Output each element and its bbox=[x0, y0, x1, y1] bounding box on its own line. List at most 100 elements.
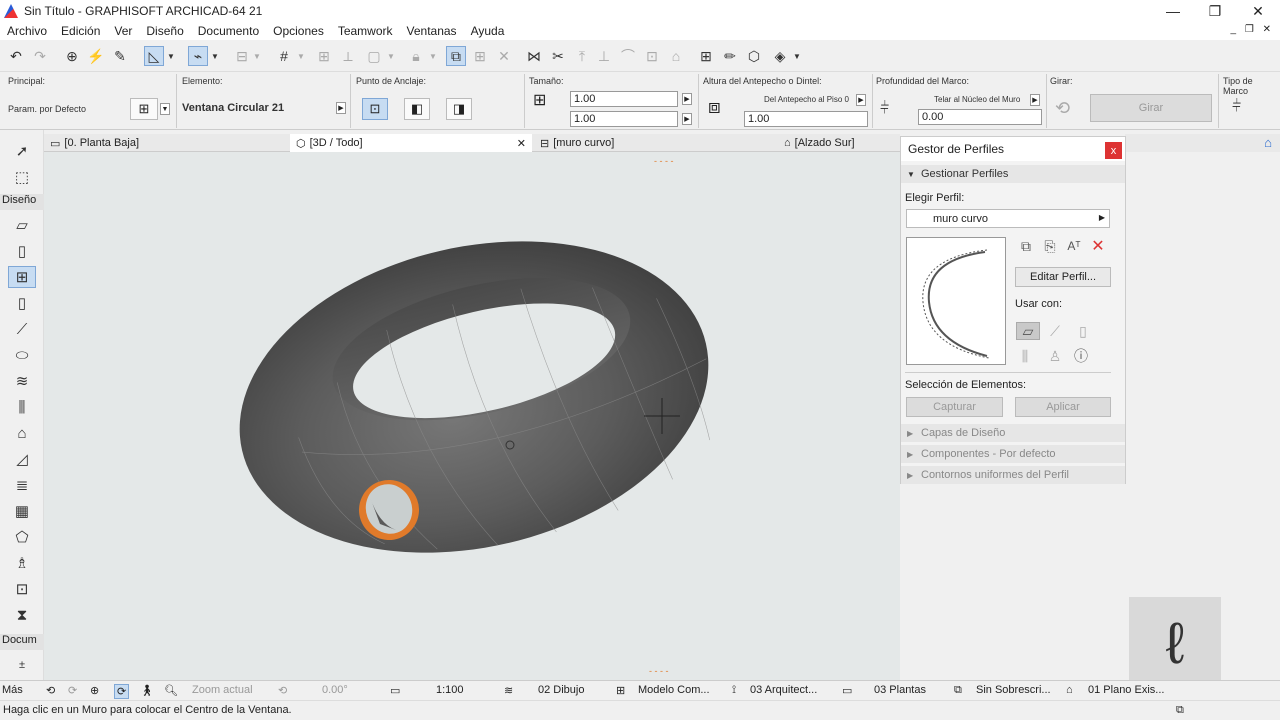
wall-tool-icon[interactable]: ▱ bbox=[8, 214, 36, 236]
beam-use-icon[interactable]: ⟋ bbox=[1046, 322, 1064, 340]
minimize-button[interactable]: — bbox=[1150, 0, 1196, 22]
renovation-value[interactable]: 01 Plano Exis... bbox=[1088, 684, 1164, 696]
trim-icon[interactable]: ✂ bbox=[548, 46, 568, 66]
beam-tool-icon[interactable]: ⟋ bbox=[8, 318, 36, 340]
window-layout-icon[interactable]: ⧉ bbox=[1176, 704, 1184, 717]
chevron-right-icon[interactable]: ▶ bbox=[682, 93, 692, 105]
restore-button[interactable]: ❐ bbox=[1192, 0, 1238, 22]
window-type-icon[interactable]: ⊞ bbox=[130, 98, 158, 120]
capture-button[interactable]: Capturar bbox=[906, 397, 1003, 417]
chevron-down-icon[interactable]: ▼ bbox=[296, 46, 306, 66]
menu-ver[interactable]: Ver bbox=[107, 24, 139, 38]
opening-use-icon[interactable]: ♙ bbox=[1046, 347, 1064, 365]
door-tool-icon[interactable]: ▯ bbox=[8, 292, 36, 314]
override-value[interactable]: Sin Sobrescri... bbox=[976, 684, 1051, 696]
delete-profile-icon[interactable]: ✕ bbox=[1089, 237, 1107, 255]
chevron-right-icon[interactable]: ▶ bbox=[1030, 94, 1040, 106]
elevate-icon[interactable]: ⤒ bbox=[572, 46, 592, 66]
chevron-down-icon[interactable]: ▼ bbox=[428, 46, 438, 66]
solid-ops-icon[interactable]: ⊞ bbox=[696, 46, 716, 66]
grid-snap-icon[interactable]: ⊞ bbox=[314, 46, 334, 66]
zone-tool-icon[interactable]: ⊡ bbox=[8, 578, 36, 600]
marquee-tool-icon[interactable]: ⬚ bbox=[8, 166, 36, 188]
tab-muro-curvo[interactable]: ⊟ [muro curvo] bbox=[534, 134, 776, 152]
tab-3d-todo[interactable]: ⬡ [3D / Todo] ✕ bbox=[290, 134, 532, 152]
magic-wand-icon[interactable]: ⚡ bbox=[86, 46, 106, 66]
morph-tool-icon[interactable]: ⬠ bbox=[8, 526, 36, 548]
snap-guides-icon[interactable]: ⌁ bbox=[188, 46, 208, 66]
pen-set-value[interactable]: 03 Arquitect... bbox=[750, 684, 817, 696]
railing-tool-icon[interactable]: ⫼ bbox=[8, 396, 36, 418]
scale-value[interactable]: 1:100 bbox=[436, 684, 464, 696]
menu-opciones[interactable]: Opciones bbox=[266, 24, 331, 38]
stair-tool-icon[interactable]: ≋ bbox=[8, 370, 36, 392]
mdi-controls[interactable]: _ ❐ ✕ bbox=[1231, 24, 1274, 35]
redo-icon[interactable]: ↷ bbox=[30, 46, 50, 66]
frame-type-icon[interactable]: ⫩ bbox=[1232, 98, 1241, 116]
mesh2-tool-icon[interactable]: ⧗ bbox=[8, 604, 36, 626]
3d-viewport[interactable]: - - - - - - - - ℓ bbox=[44, 152, 1221, 689]
rotate-button[interactable]: Girar bbox=[1090, 94, 1212, 122]
anchor-side2-icon[interactable]: ◨ bbox=[446, 98, 472, 120]
chevron-down-icon[interactable]: ▼ bbox=[252, 46, 262, 66]
roof-icon[interactable]: ⌂ bbox=[666, 46, 686, 66]
window-tool-icon[interactable]: ⊞ bbox=[8, 266, 36, 288]
apply-button[interactable]: Aplicar bbox=[1015, 397, 1111, 417]
group-icon[interactable]: ▢ bbox=[364, 46, 384, 66]
chevron-down-icon[interactable]: ▼ bbox=[210, 46, 220, 66]
angle-value[interactable]: 0.00° bbox=[322, 684, 348, 696]
chevron-down-icon[interactable]: ▼ bbox=[160, 103, 170, 115]
chevron-down-icon[interactable]: ▼ bbox=[386, 46, 396, 66]
dimension-tool-icon[interactable]: ± bbox=[8, 654, 36, 676]
section-design-layers[interactable]: ▶ Capas de Diseño bbox=[901, 424, 1125, 442]
slab-tool-icon[interactable]: ⬭ bbox=[8, 344, 36, 366]
width-field[interactable]: 1.00 bbox=[570, 91, 678, 107]
frame-ref[interactable]: Telar al Núcleo del Muro bbox=[934, 95, 1020, 104]
lock-icon[interactable]: 🔒︎ bbox=[406, 46, 426, 66]
height-field[interactable]: 1.00 bbox=[570, 111, 678, 127]
eyedropper-icon[interactable]: ✎ bbox=[110, 46, 130, 66]
close-button[interactable]: ✕ bbox=[1235, 0, 1280, 22]
chevron-right-icon[interactable]: ▶ bbox=[856, 94, 866, 106]
fillet-icon[interactable]: ⌒ bbox=[618, 46, 638, 66]
menu-archivo[interactable]: Archivo bbox=[0, 24, 54, 38]
roof-tool-icon[interactable]: ⌂ bbox=[8, 422, 36, 444]
rotate-view-icon[interactable]: ⟲ bbox=[46, 684, 55, 697]
edit-profile-button[interactable]: Editar Perfil... bbox=[1015, 267, 1111, 287]
menu-documento[interactable]: Documento bbox=[191, 24, 266, 38]
anchor-center-icon[interactable]: ⊡ bbox=[362, 98, 388, 120]
profile-select[interactable]: muro curvo ▶ bbox=[906, 209, 1110, 228]
rename-profile-icon[interactable]: Aᵀ bbox=[1065, 237, 1083, 255]
more-tools-button[interactable]: Más bbox=[2, 684, 23, 696]
chevron-right-icon[interactable]: ▶ bbox=[336, 102, 346, 114]
pencil-icon[interactable]: ✏ bbox=[720, 46, 740, 66]
column-tool-icon[interactable]: ▯ bbox=[8, 240, 36, 262]
delete-icon[interactable]: ✕ bbox=[494, 46, 514, 66]
curtain-wall-tool-icon[interactable]: ▦ bbox=[8, 500, 36, 522]
menu-ayuda[interactable]: Ayuda bbox=[464, 24, 512, 38]
walk-icon[interactable]: 🚶︎ bbox=[140, 684, 154, 697]
sill-ref[interactable]: Del Antepecho al Piso 0 bbox=[764, 95, 849, 104]
arrow-tool-icon[interactable]: ➚ bbox=[8, 140, 36, 162]
model-view-value[interactable]: Modelo Com... bbox=[638, 684, 710, 696]
guide-lines-icon[interactable]: ◺ bbox=[144, 46, 164, 66]
object-tool-icon[interactable]: ♗ bbox=[8, 552, 36, 574]
dimension-value[interactable]: 03 Plantas bbox=[874, 684, 926, 696]
column-use-icon[interactable]: ▯ bbox=[1074, 322, 1092, 340]
relative-construction-icon[interactable]: ⊟ bbox=[232, 46, 252, 66]
zoom-label[interactable]: Zoom actual bbox=[192, 684, 253, 696]
3d-view-icon[interactable]: ◈ bbox=[770, 46, 790, 66]
tab-planta-baja[interactable]: ▭ [0. Planta Baja] bbox=[44, 134, 288, 152]
menu-edicion[interactable]: Edición bbox=[54, 24, 107, 38]
principal-value[interactable]: Param. por Defecto bbox=[8, 104, 86, 114]
info-icon[interactable]: ⓘ bbox=[1072, 347, 1090, 365]
intersect-icon[interactable]: ⋈ bbox=[524, 46, 544, 66]
menu-diseno[interactable]: Diseño bbox=[139, 24, 190, 38]
chevron-right-icon[interactable]: ▶ bbox=[682, 113, 692, 125]
section-uniform-contours[interactable]: ▶ Contornos uniformes del Perfil bbox=[901, 466, 1125, 484]
anchor-side-icon[interactable]: ◧ bbox=[404, 98, 430, 120]
chevron-down-icon[interactable]: ▼ bbox=[166, 46, 176, 66]
connect-icon[interactable]: ⊥ bbox=[594, 46, 614, 66]
frame-field[interactable]: 0.00 bbox=[918, 109, 1042, 125]
tab-alzado-sur[interactable]: ⌂ [Alzado Sur] bbox=[778, 134, 900, 152]
